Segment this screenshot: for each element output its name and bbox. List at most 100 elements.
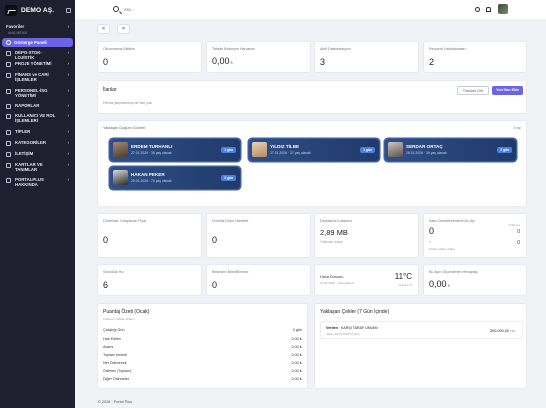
stat-label: Sözcülük Hız — [103, 270, 124, 274]
sidebar-item-depo[interactable]: DEPO-STOK-LOJİSTİK › — [2, 50, 73, 61]
back-button[interactable]: « — [97, 24, 110, 34]
card-icon — [6, 162, 11, 168]
sidebar-item-dashboard[interactable]: Gösterge Paneli — [2, 38, 73, 47]
sidebar-item-kartlar[interactable]: KARTLAR VE TANIMLAR › — [2, 162, 73, 177]
cheque-currency: TRY — [510, 329, 516, 333]
payroll-summary-card: Puantaj Özeti (Ocak) Kullanıcı: Gökan Er… — [97, 303, 308, 389]
person-date: 27.01.2026 · 35 yaş olacak — [131, 150, 172, 155]
add-announcement-button[interactable]: Yeni İlan Ekle — [492, 86, 523, 95]
cheque-party: KARŞI TARAF ÜNVAN — [341, 326, 378, 330]
stat-card-reminders[interactable]: Personel Hatırlatmaları 2 — [423, 41, 527, 73]
person-photo — [252, 142, 267, 157]
stat-value: 0,00 — [212, 56, 230, 66]
view-all-button[interactable]: Tümünü Gör — [457, 86, 489, 95]
avatar[interactable] — [498, 4, 508, 14]
birthdays-count: 4 kişi — [513, 126, 521, 130]
sidebar-item-proje[interactable]: PROJE YÖNETİMİ › — [2, 61, 73, 72]
days-badge: 1 gün — [221, 147, 236, 153]
info-icon — [6, 177, 11, 183]
theme-toggle-icon[interactable] — [475, 6, 480, 12]
sidebar-item-label: PORTALPLUS HAKKINDA — [15, 177, 44, 187]
stat-label: Aktif Dakimatasyon — [320, 47, 351, 51]
chevron-right-icon: › — [67, 103, 70, 108]
stat-card-tickets[interactable]: Bekleyen Bilet/Bilmece 0 — [206, 264, 311, 296]
cheque-date: Vade: 29.01.2026 (3 gün) — [326, 332, 360, 336]
cheque-item[interactable]: Verilen · KARŞI TARAF ÜNVAN Vade: 29.01.… — [320, 321, 523, 339]
stat-label: Ürünlük Depo Hareketi — [212, 219, 249, 223]
announcements-empty-text: Henüz yayınlanmış bir ilan yok — [103, 101, 152, 105]
sidebar-item-favorites[interactable]: Favoriler › — [2, 22, 73, 30]
summary-row: Diğer Ödemeler 0,00 ₺ — [103, 377, 302, 381]
chevron-right-icon: › — [67, 151, 70, 156]
stat-card-storage[interactable]: Depolama Kullanımı 2,89 MB Yüklenen dosy… — [314, 213, 419, 258]
sidebar-item-label: PROJE YÖNETİMİ — [15, 61, 52, 66]
stat-card-monthly[interactable]: Bu Ayın Ölçümlenen Hesaplaş 0,00₺ — [423, 264, 527, 296]
sidebar-nav: Favoriler › ANA MENÜ Gösterge Paneli DEP… — [2, 22, 73, 192]
summary-row: Avans 0,00 ₺ — [103, 345, 302, 349]
stat-card-stock[interactable]: Ürünlük Depo Hareketi 0 — [206, 213, 311, 258]
chevron-right-icon: › — [67, 61, 70, 66]
sidebar-item-kullanici[interactable]: KULLANICI VE ROL İŞLEMLERİ › — [2, 113, 73, 129]
chevron-right-icon: › — [67, 177, 70, 182]
top-bar — [75, 0, 546, 19]
stat-card-purchases[interactable]: Satın Denetlenenlerin Bu Ayı 0 Yükleme 0… — [423, 213, 527, 258]
stat-right-label: Yükleme — [508, 223, 520, 227]
sidebar-item-label: İLETİŞİM — [15, 151, 34, 156]
bell-icon[interactable] — [486, 6, 491, 12]
person-name: ERDEM TURHANLI — [131, 144, 173, 149]
summary-row: Toplam Kesinti 0,00 ₺ — [103, 353, 302, 357]
stat-value: 2,89 MB — [320, 228, 348, 237]
brand-logo — [5, 5, 17, 16]
sidebar-item-label: PERSONEL-İSG YÖNETİMİ — [15, 88, 48, 98]
search-input[interactable] — [124, 6, 204, 13]
stat-card-documents[interactable]: Aktif Dakimatasyon 3 — [314, 41, 419, 73]
sidebar-item-tipler[interactable]: TİPLER › — [2, 129, 73, 140]
birthday-item[interactable]: YILDIZ TİLBE 27.01.2026 · 37 yaş olacak … — [249, 139, 379, 161]
sidebar-item-personel[interactable]: PERSONEL-İSG YÖNETİMİ › — [2, 88, 73, 103]
sidebar-item-hakkinda[interactable]: PORTALPLUS HAKKINDA › — [2, 177, 73, 192]
sidebar-item-finans[interactable]: FİNANS ve CARİ İŞLEMLER › — [2, 72, 73, 88]
stat-right-value-2: 0 — [517, 240, 520, 246]
birthday-item[interactable]: ERDEM TURHANLI 27.01.2026 · 35 yaş olaca… — [110, 139, 240, 161]
person-name: SERDAR ORTAÇ — [406, 144, 443, 149]
stat-card-prices[interactable]: Dönemsiz Onaylanan Fiyat 0 — [97, 213, 202, 258]
days-badge: 1 gün — [360, 147, 375, 153]
stat-card-expenses[interactable]: Tahsile Bekleyen Harcama 0,00₺ — [206, 41, 311, 73]
user-role-icon — [6, 113, 11, 119]
stat-value: 0 — [212, 280, 218, 290]
sidebar-item-raporlar[interactable]: RAPORLAR › — [2, 103, 73, 113]
weather-card[interactable]: Hava Durumu 27.01.2026 · Güncellendi 11°… — [314, 264, 419, 296]
summary-row: Ödenen (Toplam) 0,00 ₺ — [103, 369, 302, 373]
sidebar-item-iletisim[interactable]: İLETİŞİM › — [2, 151, 73, 162]
category-icon — [6, 140, 11, 146]
stat-card-speed[interactable]: Sözcülük Hız 6 — [97, 264, 202, 296]
person-photo — [388, 142, 403, 157]
report-icon — [6, 103, 11, 109]
weather-sub: 27.01.2026 · Güncellendi — [320, 281, 354, 285]
forward-button[interactable]: » — [117, 24, 130, 34]
sidebar-item-label: KARTLAR VE TANIMLAR — [15, 162, 43, 172]
weather-temp-sub: Hava 1°C — [399, 283, 412, 287]
sidebar-item-kategoriler[interactable]: KATEGORİLER › — [2, 140, 73, 151]
summary-subtitle: Kullanıcı: Gökan Erdem — [103, 317, 135, 321]
cheque-type: Verilen — [326, 326, 338, 330]
stat-label: Depolama Kullanımı — [320, 219, 353, 223]
chevron-right-icon: › — [67, 88, 70, 93]
birthday-item[interactable]: HAKAN PEKER 29.01.2026 · 70 yaş olacak 3… — [110, 167, 240, 189]
chevron-right-icon: › — [67, 113, 70, 118]
dashboard-label: Gösterge Paneli — [14, 40, 47, 45]
sidebar-item-label: DEPO-STOK-LOJİSTİK — [15, 50, 42, 60]
sidebar-collapse-icon[interactable] — [66, 8, 71, 13]
summary-title: Puantaj Özeti (Ocak) — [103, 309, 150, 315]
announcements-card: İlanlar Henüz yayınlanmış bir ilan yok T… — [97, 80, 527, 114]
tag-icon — [6, 129, 11, 135]
stat-label: Personel Hatırlatmaları — [429, 47, 466, 51]
stat-value: 0,00 — [429, 279, 447, 289]
stat-label: Bekleyen Bilet/Bilmece — [212, 270, 249, 274]
sidebar-item-label: RAPORLAR — [15, 103, 40, 108]
birthday-item[interactable]: SERDAR ORTAÇ 28.01.2026 · 39 yaş olacak … — [385, 139, 516, 161]
person-date: 28.01.2026 · 39 yaş olacak — [406, 150, 447, 155]
stat-card-notifications[interactable]: Okunmamış Bildirim 0 — [97, 41, 202, 73]
finance-icon — [6, 72, 11, 78]
days-badge: 2 gün — [497, 147, 512, 153]
